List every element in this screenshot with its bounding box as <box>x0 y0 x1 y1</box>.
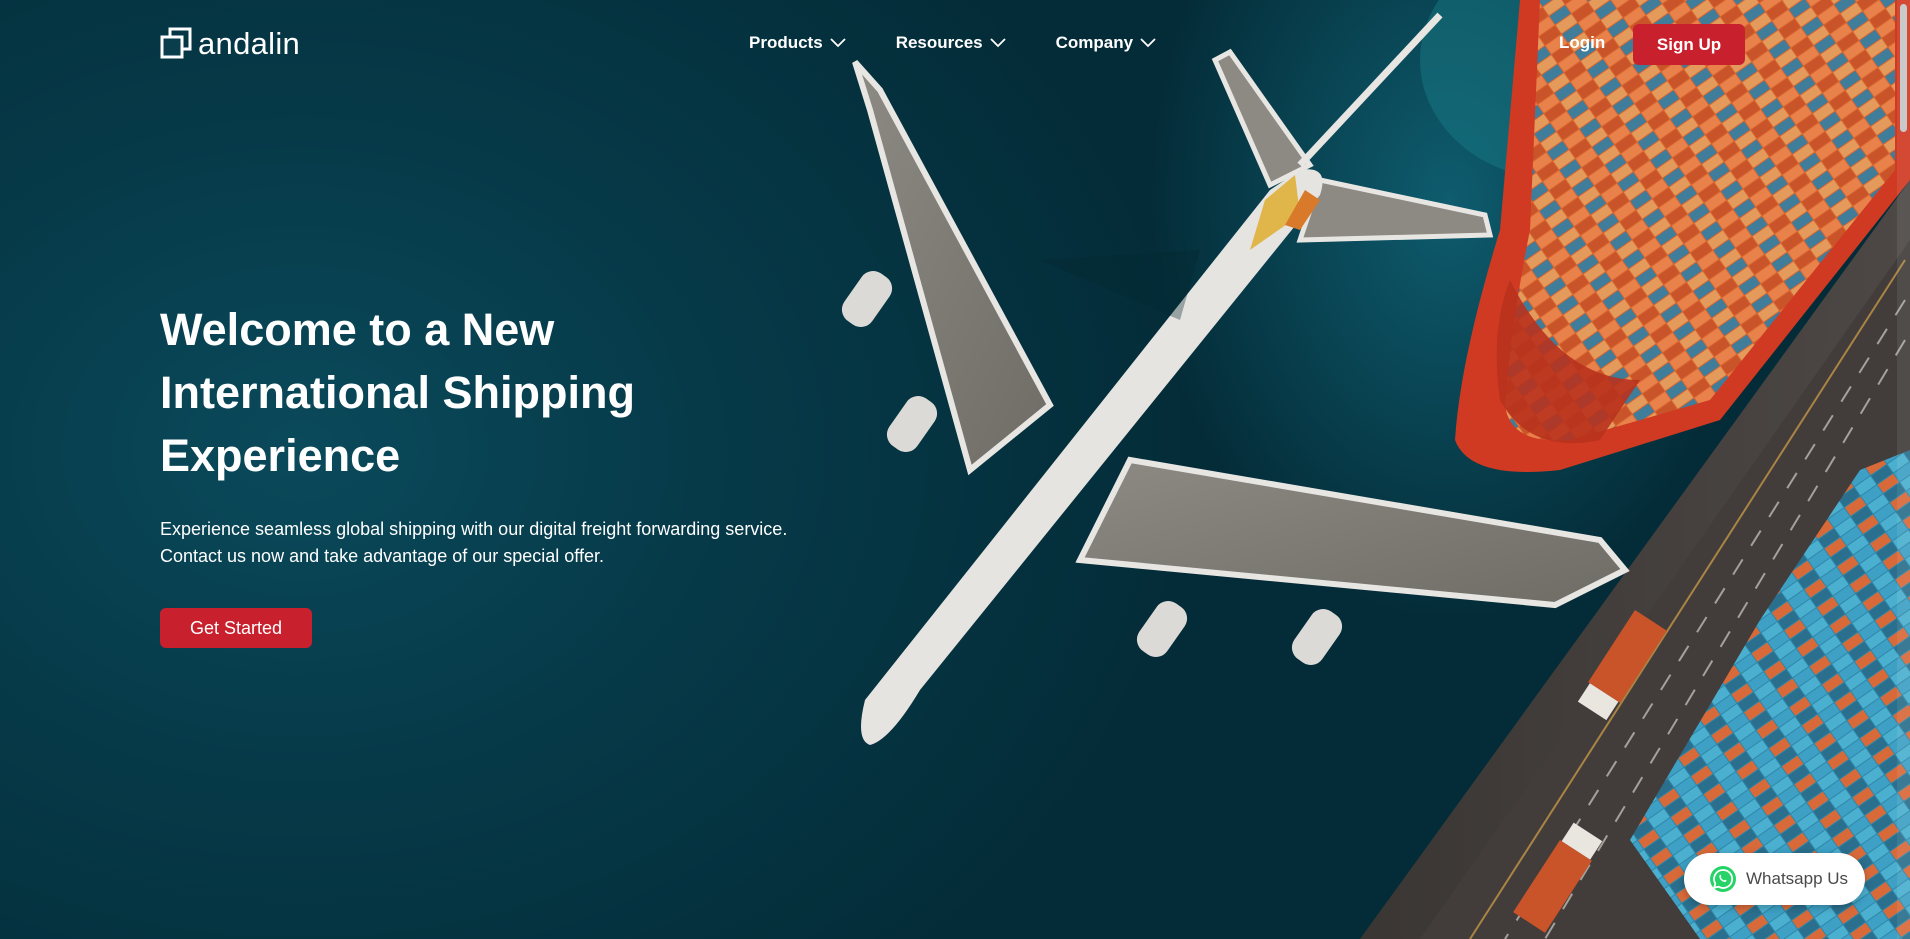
nav-item-label: Products <box>749 33 823 52</box>
login-link[interactable]: Login <box>1559 33 1605 53</box>
signup-button[interactable]: Sign Up <box>1633 24 1745 65</box>
nav-item-company[interactable]: Company <box>1056 33 1156 53</box>
chevron-down-icon <box>989 38 1006 48</box>
scrollbar-thumb[interactable] <box>1900 4 1907 132</box>
whatsapp-button[interactable]: Whatsapp Us <box>1684 853 1865 905</box>
main-nav: Products Resources Company <box>749 33 1206 53</box>
hero-description: Experience seamless global shipping with… <box>160 519 788 566</box>
top-navbar: andalin Products Resources Company Login… <box>0 0 1910 88</box>
brand-logo[interactable]: andalin <box>160 26 300 62</box>
nav-item-resources[interactable]: Resources <box>896 33 1006 53</box>
nav-item-label: Resources <box>895 33 983 52</box>
hero-title: Welcome to a New International Shipping … <box>160 304 635 481</box>
chevron-down-icon <box>1140 38 1156 48</box>
nav-item-label: Company <box>1055 33 1134 52</box>
brand-name: andalin <box>198 26 301 61</box>
layered-squares-logo-icon <box>160 27 192 59</box>
nav-item-products[interactable]: Products <box>749 33 846 53</box>
page-scrollbar[interactable] <box>1897 0 1910 939</box>
chevron-down-icon <box>830 38 846 48</box>
get-started-button[interactable]: Get Started <box>160 608 312 648</box>
whatsapp-icon <box>1710 866 1736 892</box>
whatsapp-label: Whatsapp Us <box>1746 869 1849 888</box>
